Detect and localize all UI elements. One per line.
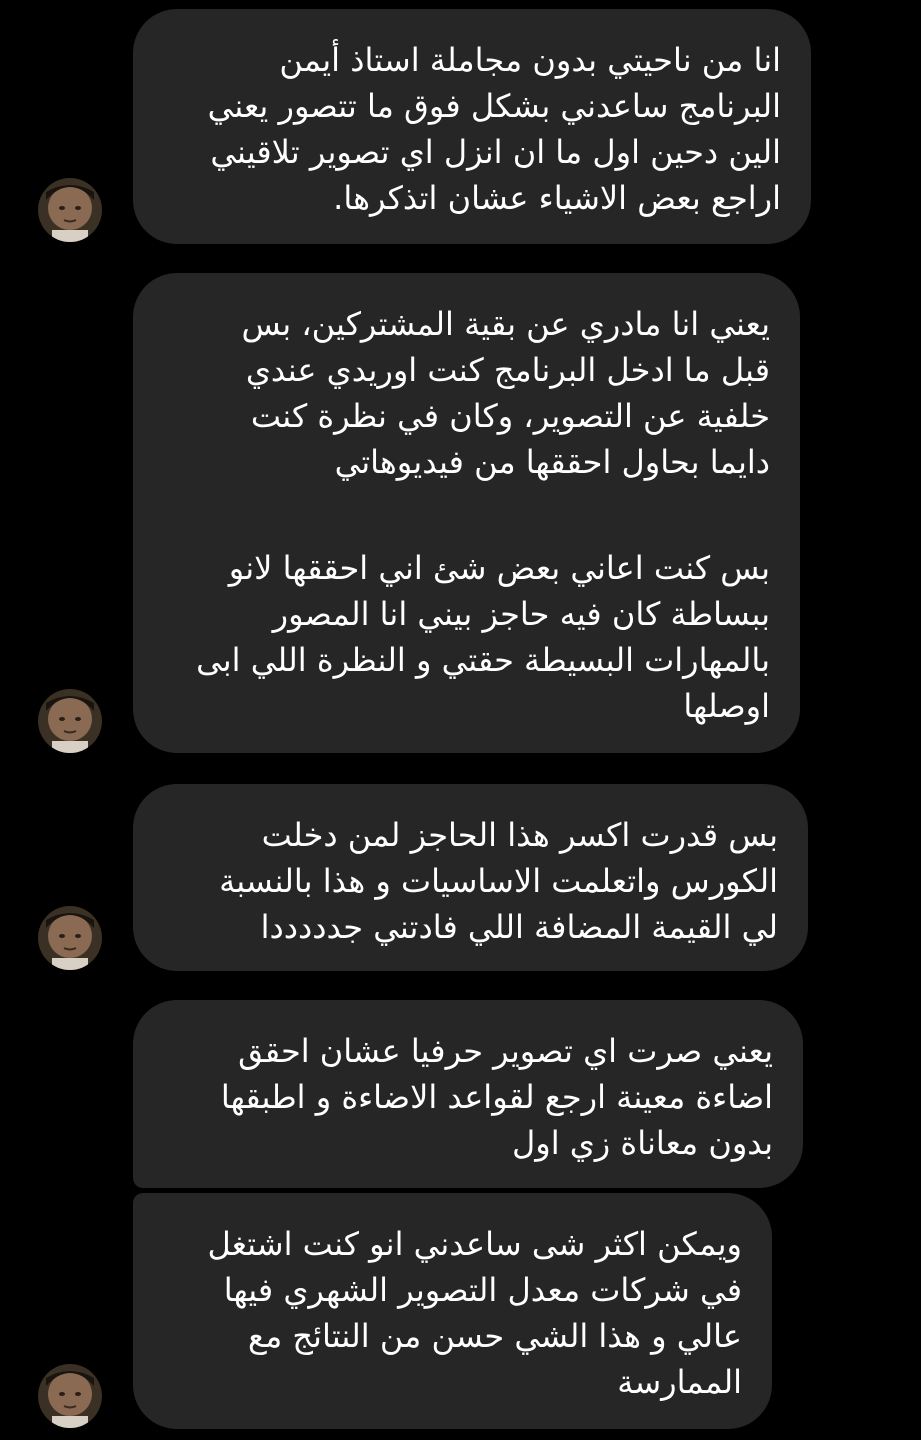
message-bubble[interactable]: بس قدرت اكسر هذا الحاجز لمن دخلت الكورس … <box>133 784 808 971</box>
message-text-line: الكورس واتعلمت الاساسيات و هذا بالنسبة <box>219 862 778 900</box>
message-text-line: بس قدرت اكسر هذا الحاجز لمن دخلت <box>261 816 778 854</box>
message-text-line: يعني انا مادري عن بقية المشتركين، بس <box>241 305 770 343</box>
message-text-line: ببساطة كان فيه حاجز بيني انا المصور <box>272 595 770 633</box>
message-bubble[interactable]: انا من ناحيتي بدون مجاملة استاذ أيمن الب… <box>133 9 811 244</box>
message-text-line: الين دحين اول ما ان انزل اي تصوير تلاقين… <box>210 133 781 171</box>
message-text-line: اوصلها <box>683 687 770 725</box>
message-text-line: قبل ما ادخل البرنامج كنت اوريدي عندي <box>245 351 770 389</box>
user-avatar-icon[interactable] <box>38 906 102 970</box>
message-text-line: ويمكن اكثر شى ساعدني انو كنت اشتغل <box>207 1225 742 1263</box>
user-avatar-icon[interactable] <box>38 1364 102 1428</box>
message-bubble[interactable]: ويمكن اكثر شى ساعدني انو كنت اشتغل في شر… <box>133 1193 772 1429</box>
message-text-line: يعني صرت اي تصوير حرفيا عشان احقق <box>238 1032 773 1070</box>
user-avatar-icon[interactable] <box>38 689 102 753</box>
message-text-line: اضاءة معينة ارجع لقواعد الاضاءة و اطبقها <box>220 1078 773 1116</box>
message-text-line: دايما بحاول احققها من فيديوهاتي <box>334 443 770 481</box>
message-text-line: عالي و هذا الشي حسن من النتائج مع <box>248 1317 742 1355</box>
message-bubble[interactable]: يعني انا مادري عن بقية المشتركين، بس قبل… <box>133 273 800 753</box>
message-text-line: اراجع بعض الاشياء عشان اتذكرها. <box>333 179 781 217</box>
message-text-line: بالمهارات البسيطة حقتي و النظرة اللي ابى <box>196 641 770 679</box>
message-text-line: بدون معاناة زي اول <box>511 1124 773 1162</box>
message-text-line: لي القيمة المضافة اللي فادتني جدددددا <box>260 908 778 946</box>
message-text-line: انا من ناحيتي بدون مجاملة استاذ أيمن <box>279 41 781 79</box>
message-text-line: في شركات معدل التصوير الشهري فيها <box>223 1271 742 1309</box>
user-avatar-icon[interactable] <box>38 178 102 242</box>
message-text-line: الممارسة <box>617 1363 742 1401</box>
message-text-line: البرنامج ساعدني بشكل فوق ما تتصور يعني <box>207 87 781 125</box>
message-text-line: خلفية عن التصوير، وكان في نظرة كنت <box>250 397 770 435</box>
message-bubble[interactable]: يعني صرت اي تصوير حرفيا عشان احقق اضاءة … <box>133 1000 803 1188</box>
message-text-line: بس كنت اعاني بعض شئ اني احققها لانو <box>228 549 770 587</box>
